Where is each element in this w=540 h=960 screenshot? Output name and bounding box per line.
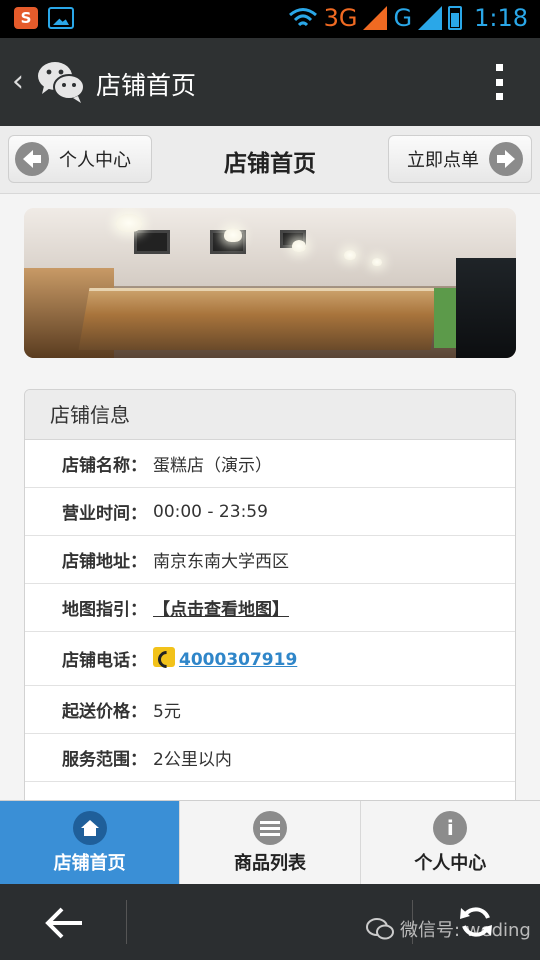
tab-personal-center-label: 个人中心 (414, 852, 487, 874)
bottom-tab-bar: 店铺首页 商品列表 i 个人中心 (0, 800, 540, 884)
store-name-value: 蛋糕店（演示） (153, 456, 272, 476)
order-now-button[interactable]: 立即点单 (388, 135, 532, 183)
network-3g-label: 3G (323, 4, 358, 32)
home-icon (72, 810, 107, 845)
tab-store-home[interactable]: 店铺首页 (0, 801, 181, 884)
store-phone-link[interactable]: 4000307919 (179, 650, 297, 670)
wechat-title-bar: ‹ 店铺首页 (0, 38, 540, 126)
store-banner-image (24, 208, 516, 358)
tab-product-list-label: 商品列表 (233, 852, 306, 874)
business-hours-label: 营业时间： (62, 504, 147, 524)
min-order-row: 起送价格： 5元 (25, 686, 515, 734)
network-g-label: G (393, 4, 413, 32)
refresh-icon[interactable] (458, 904, 494, 940)
store-info-heading: 店铺信息 (25, 390, 515, 440)
status-bar: S 3G G 1:18 (0, 0, 540, 38)
store-address-value: 南京东南大学西区 (153, 552, 289, 572)
info-icon: i (433, 810, 468, 845)
battery-icon (448, 6, 463, 30)
store-name-label: 店铺名称： (62, 456, 147, 476)
back-arrow-icon[interactable] (44, 906, 84, 940)
tab-store-home-label: 店铺首页 (53, 852, 126, 874)
order-now-button-label: 立即点单 (407, 150, 479, 171)
service-range-value: 2公里以内 (153, 750, 232, 770)
arrow-right-icon (489, 142, 523, 176)
business-hours-value: 00:00 - 23:59 (153, 501, 268, 522)
wechat-watermark: 微信号: weding (366, 916, 531, 942)
wechat-page-title: 店铺首页 (96, 71, 197, 100)
store-address-row: 店铺地址： 南京东南大学西区 (25, 536, 515, 584)
page-header: 个人中心 店铺首页 立即点单 (0, 126, 540, 194)
wechat-logo-icon (38, 62, 85, 103)
tab-product-list[interactable]: 商品列表 (180, 801, 361, 884)
store-info-card: 店铺信息 店铺名称： 蛋糕店（演示） 营业时间： 00:00 - 23:59 店… (24, 389, 516, 809)
back-chevron-icon[interactable]: ‹ (12, 64, 24, 99)
signal-3g-icon (363, 6, 388, 30)
business-hours-row: 营业时间： 00:00 - 23:59 (25, 488, 515, 536)
phone-icon[interactable] (153, 647, 175, 667)
service-range-row: 服务范围： 2公里以内 (25, 734, 515, 782)
more-menu-icon[interactable] (496, 64, 504, 100)
map-guide-row: 地图指引： 【点击查看地图】 (25, 584, 515, 632)
store-phone-label: 店铺电话： (62, 651, 147, 671)
service-range-label: 服务范围： (62, 750, 147, 770)
min-order-label: 起送价格： (62, 702, 147, 722)
image-notification-icon (48, 7, 74, 29)
view-map-link[interactable]: 【点击查看地图】 (153, 595, 289, 620)
map-guide-label: 地图指引： (62, 600, 147, 620)
store-phone-link-wrap[interactable]: 4000307919 (153, 647, 297, 670)
wifi-icon (288, 8, 317, 27)
store-address-label: 店铺地址： (62, 552, 147, 572)
system-nav-bar: 微信号: weding (0, 884, 540, 960)
tab-personal-center[interactable]: i 个人中心 (361, 801, 540, 884)
app-notification-icon: S (14, 7, 38, 29)
signal-g-icon (418, 6, 443, 30)
clock: 1:18 (474, 4, 528, 32)
store-phone-row: 店铺电话： 4000307919 (25, 632, 515, 686)
list-icon (252, 810, 287, 845)
wechat-watermark-icon (366, 918, 394, 940)
min-order-value: 5元 (153, 702, 181, 722)
store-name-row: 店铺名称： 蛋糕店（演示） (25, 440, 515, 488)
